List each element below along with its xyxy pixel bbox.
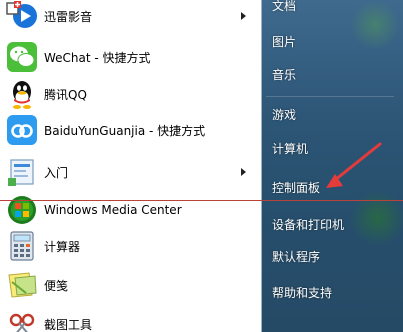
places-panel: 文档 图片 音乐 游戏 计算机 控制面板 设备和打印机 默认程序 帮助和支持 (262, 0, 403, 332)
separator (266, 96, 394, 97)
program-item-calculator[interactable]: 计算器 (6, 229, 258, 263)
program-item-xunlei-player[interactable]: 迅雷影音 (6, 0, 258, 33)
places-item-computer[interactable]: 计算机 (272, 138, 397, 160)
program-item-windows-media-center[interactable]: Windows Media Center (6, 193, 258, 227)
wechat-icon (6, 41, 38, 73)
qq-icon (6, 78, 38, 110)
program-label: 腾讯QQ (44, 87, 87, 102)
program-item-getting-started[interactable]: 入门 (6, 155, 258, 189)
baidu-cloud-icon (6, 114, 38, 146)
program-label: BaiduYunGuanjia - 快捷方式 (44, 123, 206, 138)
program-label: 计算器 (44, 239, 81, 254)
getting-started-icon (6, 156, 38, 188)
program-label: WeChat - 快捷方式 (44, 50, 151, 65)
annotation-line (0, 200, 403, 201)
xunlei-player-icon (6, 0, 38, 32)
places-item-pictures[interactable]: 图片 (272, 31, 397, 53)
sticky-notes-icon (6, 269, 38, 301)
places-item-music[interactable]: 音乐 (272, 64, 397, 86)
chevron-right-icon (241, 168, 246, 176)
program-label: Windows Media Center (44, 203, 182, 217)
snipping-tool-icon (6, 308, 38, 332)
program-item-baidu-cloud[interactable]: BaiduYunGuanjia - 快捷方式 (6, 113, 258, 147)
program-label: 截图工具 (44, 317, 93, 332)
program-label: 迅雷影音 (44, 9, 93, 24)
program-label: 入门 (44, 165, 69, 180)
program-item-wechat[interactable]: WeChat - 快捷方式 (6, 40, 258, 74)
program-item-snipping-tool[interactable]: 截图工具 (6, 307, 258, 332)
places-item-devices-and-printers[interactable]: 设备和打印机 (272, 214, 397, 236)
program-label: 便笺 (44, 278, 69, 293)
program-item-sticky-notes[interactable]: 便笺 (6, 268, 258, 302)
places-item-documents[interactable]: 文档 (272, 0, 397, 17)
calculator-icon (6, 230, 38, 262)
places-item-control-panel[interactable]: 控制面板 (272, 177, 397, 199)
program-item-qq[interactable]: 腾讯QQ (6, 77, 258, 111)
places-item-default-programs[interactable]: 默认程序 (272, 246, 397, 268)
programs-list-panel: 迅雷影音 WeChat - 快捷方式 腾讯QQ BaiduYunGuanjia … (0, 0, 262, 332)
chevron-right-icon (241, 12, 246, 20)
windows-media-center-icon (6, 194, 38, 226)
places-item-games[interactable]: 游戏 (272, 104, 397, 126)
places-item-help-and-support[interactable]: 帮助和支持 (272, 282, 397, 304)
